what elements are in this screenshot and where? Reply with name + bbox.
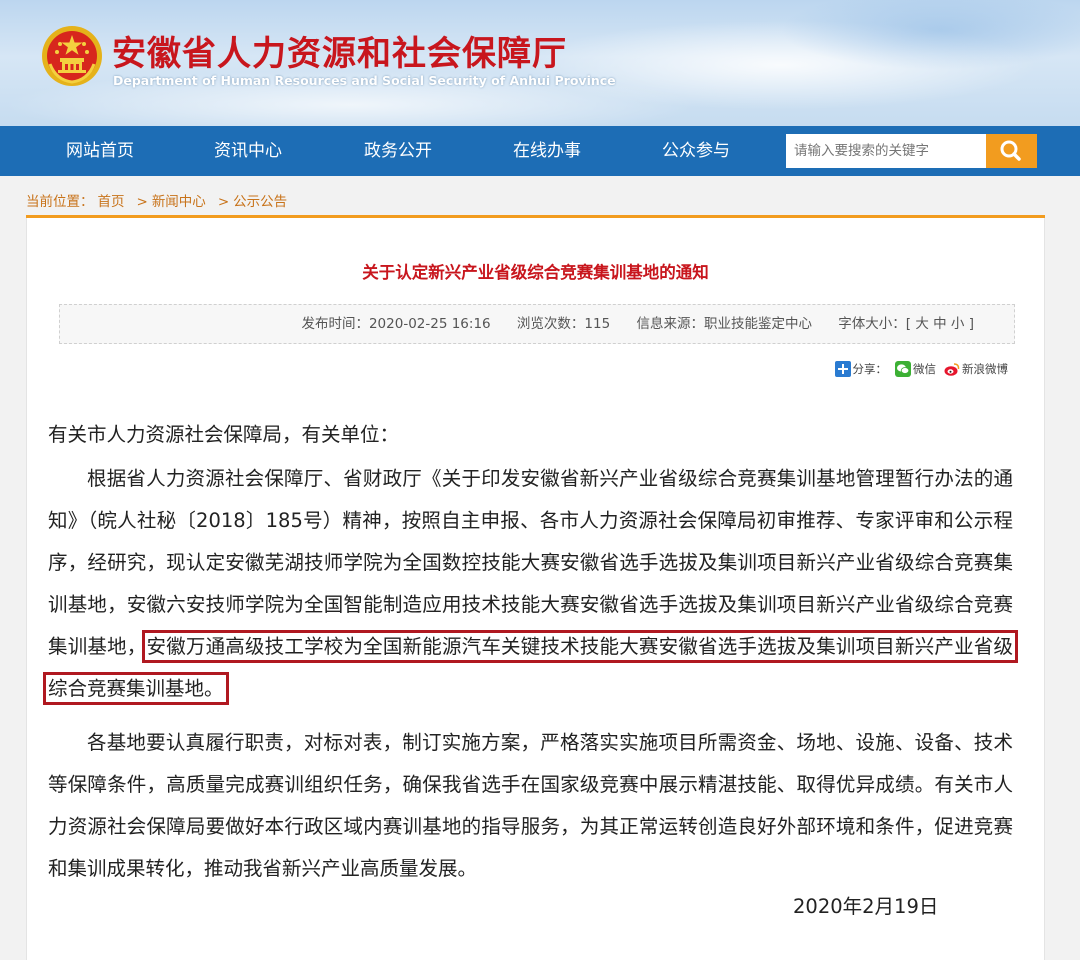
main-nav: 网站首页 资讯中心 政务公开 在线办事 公众参与 [0, 126, 1080, 176]
nav-item-news-center[interactable]: 资讯中心 [214, 126, 282, 176]
site-header: 安徽省人力资源和社会保障厅 Department of Human Resour… [0, 0, 1080, 126]
share-plus-icon[interactable] [834, 361, 851, 377]
breadcrumb-item-news-center[interactable]: 新闻中心 [152, 194, 206, 210]
nav-item-online-services[interactable]: 在线办事 [513, 126, 581, 176]
share-weibo-label[interactable]: 新浪微博 [962, 361, 1008, 377]
share-wechat-label[interactable]: 微信 [913, 361, 936, 377]
breadcrumb-separator: > [136, 194, 148, 210]
info-source: 信息来源：职业技能鉴定中心 [636, 316, 813, 332]
article-date: 2020年2月19日 [793, 895, 939, 918]
site-subtitle: Department of Human Resources and Social… [113, 73, 616, 88]
search-input[interactable] [786, 134, 986, 168]
weibo-icon[interactable] [944, 361, 960, 377]
wechat-icon[interactable] [895, 361, 911, 377]
article-meta: 发布时间：2020-02-25 16:16 浏览次数：115 信息来源：职业技能… [279, 305, 974, 343]
publish-time: 发布时间：2020-02-25 16:16 [301, 316, 491, 332]
breadcrumb-item-home[interactable]: 首页 [98, 194, 125, 210]
breadcrumb-separator: > [217, 194, 230, 210]
share-label: 分享： [852, 362, 888, 376]
header-cloud-decoration [780, 0, 1080, 70]
paragraph-1-text: 根据省人力资源社会保障厅、省财政厅《关于印发安徽省新兴产业省级综合竞赛集训基地管… [48, 467, 1013, 658]
view-count: 浏览次数：115 [516, 316, 611, 332]
paragraph-1: 根据省人力资源社会保障厅、省财政厅《关于印发安徽省新兴产业省级综合竞赛集训基地管… [43, 458, 1018, 710]
breadcrumb: 当前位置： 首页 > 新闻中心 > 公示公告 [26, 190, 291, 210]
highlighted-text: 安徽万通高级技工学校为全国新能源汽车关键技术技能大赛安徽省选手选拔及集训项目新兴… [43, 630, 1018, 705]
site-title: 安徽省人力资源和社会保障厅 [112, 34, 567, 74]
salutation: 有关市人力资源社会保障局，有关单位： [48, 423, 400, 446]
national-emblem-icon [42, 26, 102, 86]
breadcrumb-label: 当前位置： [26, 194, 94, 210]
share-bar: 分享： 微信 新浪微博 [834, 361, 1008, 377]
font-size-switcher[interactable]: 字体大小：[ 大 中 小 ] [838, 316, 974, 332]
search-icon [1000, 140, 1021, 161]
article-panel: 关于认定新兴产业省级综合竞赛集训基地的通知 发布时间：2020-02-25 16… [26, 218, 1045, 960]
breadcrumb-item-announcements[interactable]: 公示公告 [233, 194, 287, 210]
nav-item-public-participation[interactable]: 公众参与 [662, 126, 730, 176]
article-title: 关于认定新兴产业省级综合竞赛集训基地的通知 [362, 263, 709, 282]
nav-item-home[interactable]: 网站首页 [66, 126, 134, 176]
article-meta-bar: 发布时间：2020-02-25 16:16 浏览次数：115 信息来源：职业技能… [59, 304, 1015, 344]
nav-item-government-affairs[interactable]: 政务公开 [364, 126, 432, 176]
search-button[interactable] [986, 134, 1037, 168]
paragraph-2: 各基地要认真履行职责，对标对表，制订实施方案，严格落实实施项目所需资金、场地、设… [48, 731, 1013, 880]
